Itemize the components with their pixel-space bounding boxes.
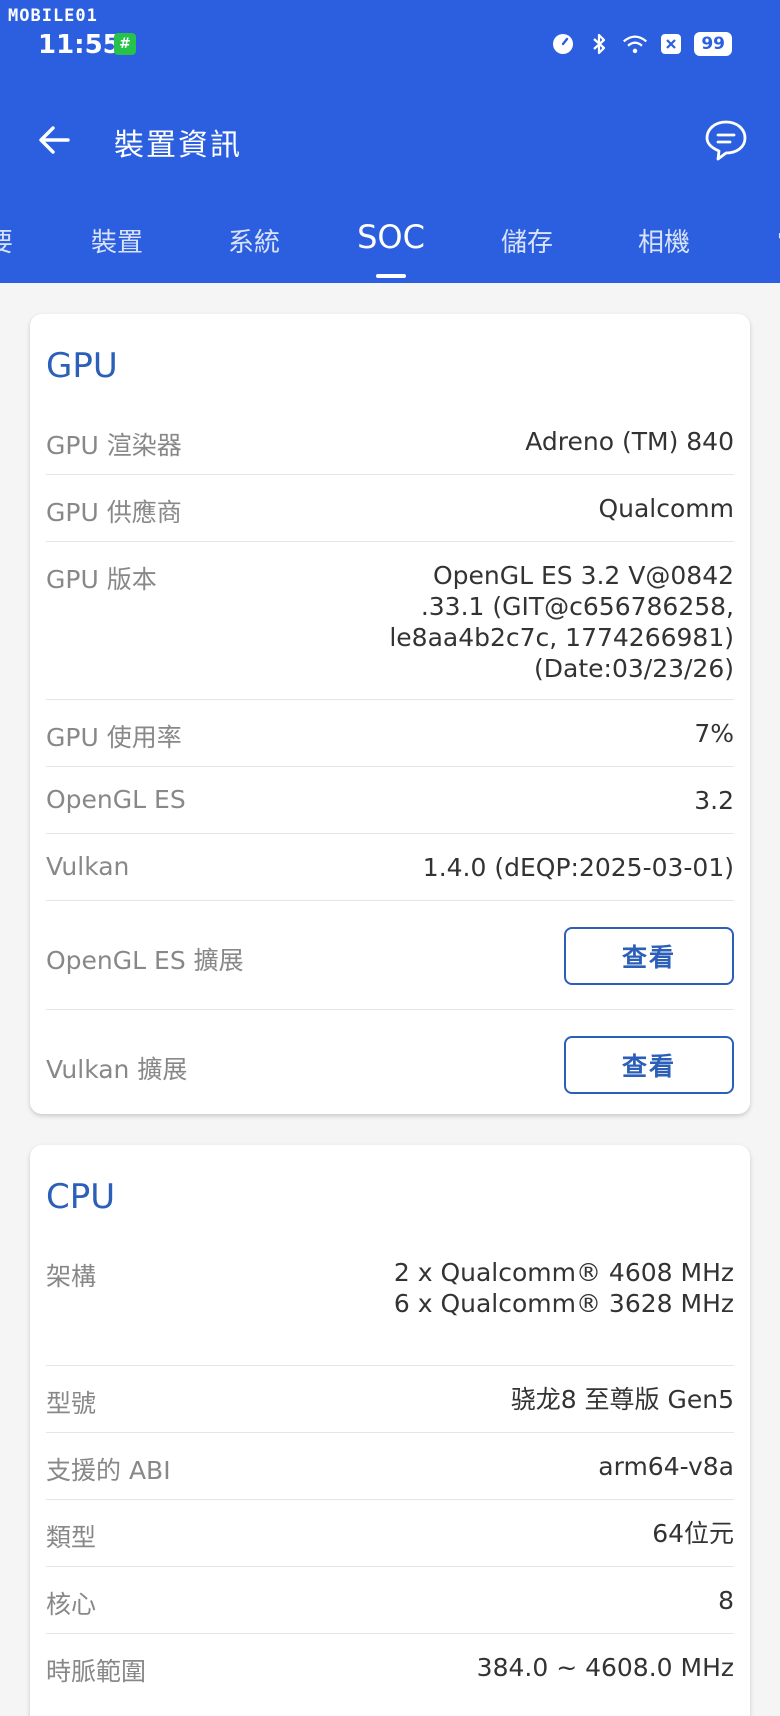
row-value: 64位元: [652, 1519, 734, 1548]
value-line: (Date:03/23/26): [534, 654, 734, 683]
feedback-button[interactable]: [700, 114, 752, 166]
cpu-abi-row: 支援的 ABI arm64-v8a: [46, 1433, 734, 1500]
gpu-usage-row: GPU 使用率 7%: [46, 700, 734, 767]
cpu-architecture-row: 架構 2 x Qualcomm® 4608 MHz 6 x Qualcomm® …: [46, 1239, 734, 1366]
row-label: 核心: [46, 1590, 97, 1619]
row-label: GPU 使用率: [46, 723, 182, 752]
x-badge-icon: [658, 31, 684, 57]
tab-bar: 要 裝置 系統 SOC 儲存 相機 電: [0, 210, 780, 283]
row-label: 型號: [46, 1389, 97, 1418]
gpu-vendor-row: GPU 供應商 Qualcomm: [46, 475, 734, 542]
tab-overview[interactable]: 要: [0, 222, 13, 259]
cpu-section-title: CPU: [46, 1177, 116, 1217]
row-label: GPU 版本: [46, 565, 157, 594]
tab-indicator: [376, 274, 406, 278]
row-value: Adreno (TM) 840: [525, 427, 734, 456]
status-icons: 99: [550, 30, 732, 58]
tab-system[interactable]: 系統: [228, 222, 280, 259]
status-time: 11:55: [38, 30, 121, 60]
tab-device[interactable]: 裝置: [91, 222, 143, 259]
row-value: 3.2: [694, 786, 734, 815]
gpu-renderer-row: GPU 渲染器 Adreno (TM) 840: [46, 408, 734, 475]
tab-soc[interactable]: SOC: [357, 218, 425, 256]
row-label: GPU 渲染器: [46, 431, 182, 460]
value-line: 2 x Qualcomm® 4608 MHz: [393, 1258, 734, 1287]
row-value: 8: [718, 1586, 734, 1615]
page-title: 裝置資訊: [114, 128, 242, 163]
view-opengl-extensions-button[interactable]: 查看: [564, 927, 734, 985]
chat-bubble-icon: [705, 120, 747, 161]
value-line: le8aa4b2c7c, 1774266981): [389, 623, 734, 652]
speed-meter-icon: [550, 31, 576, 57]
row-value: OpenGL ES 3.2 V@0842 .33.1 (GIT@c6567862…: [389, 560, 734, 684]
row-value: 7%: [694, 719, 734, 748]
value-line: .33.1 (GIT@c656786258,: [420, 592, 734, 621]
opengl-es-row: OpenGL ES 3.2: [46, 767, 734, 834]
row-value: arm64-v8a: [598, 1452, 734, 1481]
watermark: MOBILE01: [8, 6, 98, 26]
cpu-cores-row: 核心 8: [46, 1567, 734, 1634]
arrow-left-icon: [39, 126, 70, 154]
row-label: 支援的 ABI: [46, 1456, 171, 1485]
row-value: Qualcomm: [598, 494, 734, 523]
value-line: 6 x Qualcomm® 3628 MHz: [393, 1289, 734, 1318]
row-value: 2 x Qualcomm® 4608 MHz 6 x Qualcomm® 362…: [394, 1257, 734, 1319]
app-bar: MOBILE01 11:55 # 99 裝置資訊 要 裝置 系統 SOC 儲存 …: [0, 0, 780, 283]
cpu-clock-range-row: 時脈範圍 384.0 ~ 4608.0 MHz: [46, 1634, 734, 1701]
row-label: Vulkan: [46, 852, 130, 881]
opengl-extensions-row: OpenGL ES 擴展 查看: [46, 901, 734, 1010]
vulkan-extensions-row: Vulkan 擴展 查看: [46, 1010, 734, 1114]
gpu-section-title: GPU: [46, 346, 118, 386]
cpu-model-row: 型號 骁龙8 至尊版 Gen5: [46, 1366, 734, 1433]
back-button[interactable]: [30, 116, 78, 164]
row-label: OpenGL ES: [46, 785, 186, 814]
row-label: OpenGL ES 擴展: [46, 946, 244, 975]
row-label: 時脈範圍: [46, 1657, 147, 1686]
wifi-icon: [622, 31, 648, 57]
row-label: 類型: [46, 1523, 97, 1552]
row-value: 384.0 ~ 4608.0 MHz: [476, 1653, 734, 1682]
gpu-version-row: GPU 版本 OpenGL ES 3.2 V@0842 .33.1 (GIT@c…: [46, 542, 734, 700]
tab-camera[interactable]: 相機: [638, 222, 690, 259]
row-label: GPU 供應商: [46, 498, 182, 527]
row-label: 架構: [46, 1262, 97, 1291]
app-notification-icon: #: [114, 33, 136, 55]
battery-icon: 99: [694, 32, 732, 56]
bluetooth-icon: [586, 31, 612, 57]
gpu-card: GPU GPU 渲染器 Adreno (TM) 840 GPU 供應商 Qual…: [30, 314, 750, 1114]
row-label: Vulkan 擴展: [46, 1055, 188, 1084]
view-vulkan-extensions-button[interactable]: 查看: [564, 1036, 734, 1094]
cpu-type-row: 類型 64位元: [46, 1500, 734, 1567]
cpu-card: CPU 架構 2 x Qualcomm® 4608 MHz 6 x Qualco…: [30, 1145, 750, 1716]
value-line: OpenGL ES 3.2 V@0842: [432, 561, 734, 590]
row-value: 骁龙8 至尊版 Gen5: [510, 1385, 734, 1414]
vulkan-row: Vulkan 1.4.0 (dEQP:2025-03-01): [46, 834, 734, 901]
row-value: 1.4.0 (dEQP:2025-03-01): [422, 853, 734, 882]
tab-storage[interactable]: 儲存: [501, 222, 553, 259]
